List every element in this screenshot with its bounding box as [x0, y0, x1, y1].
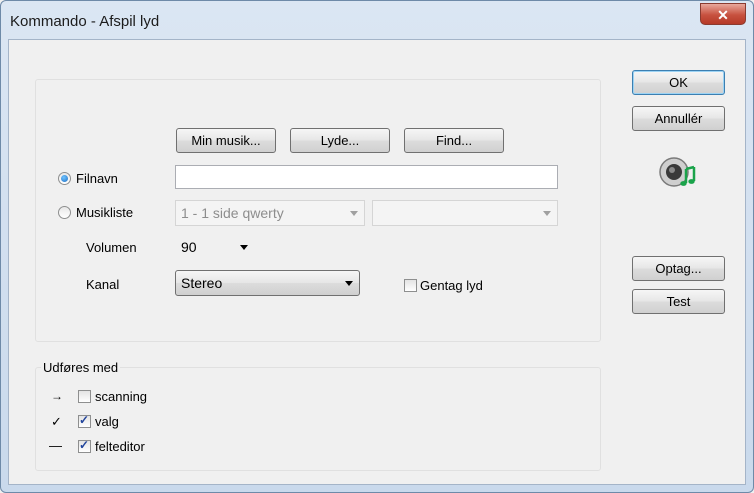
repeat-label: Gentag lyd	[420, 278, 483, 293]
cancel-button[interactable]: Annullér	[632, 106, 725, 131]
sounds-button[interactable]: Lyde...	[290, 128, 390, 153]
checkmark-icon: ✓	[79, 438, 90, 452]
chevron-down-icon	[240, 245, 248, 250]
scanning-label: scanning	[95, 389, 148, 404]
chevron-down-icon	[350, 211, 358, 216]
dialog-window: Kommando - Afspil lyd ✕ Min musik... Lyd…	[0, 0, 754, 493]
executed-with-legend: Udføres med	[41, 360, 121, 375]
channel-label: Kanal	[86, 277, 120, 292]
field-editor-checkbox[interactable]: ✓	[78, 438, 91, 453]
field-editor-dash-icon: —	[49, 438, 62, 453]
title-bar[interactable]: Kommando - Afspil lyd ✕	[1, 1, 753, 39]
record-button[interactable]: Optag...	[632, 256, 725, 281]
music-list-value: 1 - 1 side qwerty	[181, 205, 284, 221]
music-list-item-select[interactable]	[372, 200, 558, 226]
channel-value: Stereo	[181, 275, 223, 291]
channel-select[interactable]: Stereo	[175, 270, 360, 296]
volume-select[interactable]: 90	[175, 234, 255, 260]
window-title: Kommando - Afspil lyd	[10, 13, 160, 30]
checkmark-icon: ✓	[79, 413, 90, 427]
chevron-down-icon	[345, 281, 353, 286]
radio-selected-dot	[61, 175, 68, 182]
selection-check-icon: ✓	[51, 414, 62, 429]
speaker-music-note-icon	[659, 157, 696, 187]
filename-label: Filnavn	[76, 171, 118, 186]
music-list-radio[interactable]	[58, 206, 71, 219]
close-button[interactable]: ✕	[700, 3, 746, 25]
dialog-body: Min musik... Lyde... Find... Filnavn Mus…	[8, 39, 746, 485]
music-list-label: Musikliste	[76, 205, 134, 220]
scanning-checkbox[interactable]	[78, 390, 91, 403]
music-list-select[interactable]: 1 - 1 side qwerty	[175, 200, 365, 226]
selection-label: valg	[95, 414, 119, 429]
close-icon: ✕	[717, 7, 729, 23]
chevron-down-icon	[543, 211, 551, 216]
test-button[interactable]: Test	[632, 289, 725, 314]
filename-input[interactable]	[175, 165, 558, 189]
volume-label: Volumen	[86, 240, 137, 255]
volume-value: 90	[181, 239, 197, 255]
filename-radio[interactable]	[58, 172, 71, 185]
repeat-checkbox[interactable]	[404, 279, 417, 292]
field-editor-label: felteditor	[95, 439, 145, 454]
ok-button[interactable]: OK	[632, 70, 725, 95]
selection-checkbox[interactable]: ✓	[78, 413, 91, 428]
find-button[interactable]: Find...	[404, 128, 504, 153]
executed-with-panel	[35, 367, 601, 471]
scanning-arrow-icon: →	[51, 389, 63, 403]
my-music-button[interactable]: Min musik...	[176, 128, 276, 153]
